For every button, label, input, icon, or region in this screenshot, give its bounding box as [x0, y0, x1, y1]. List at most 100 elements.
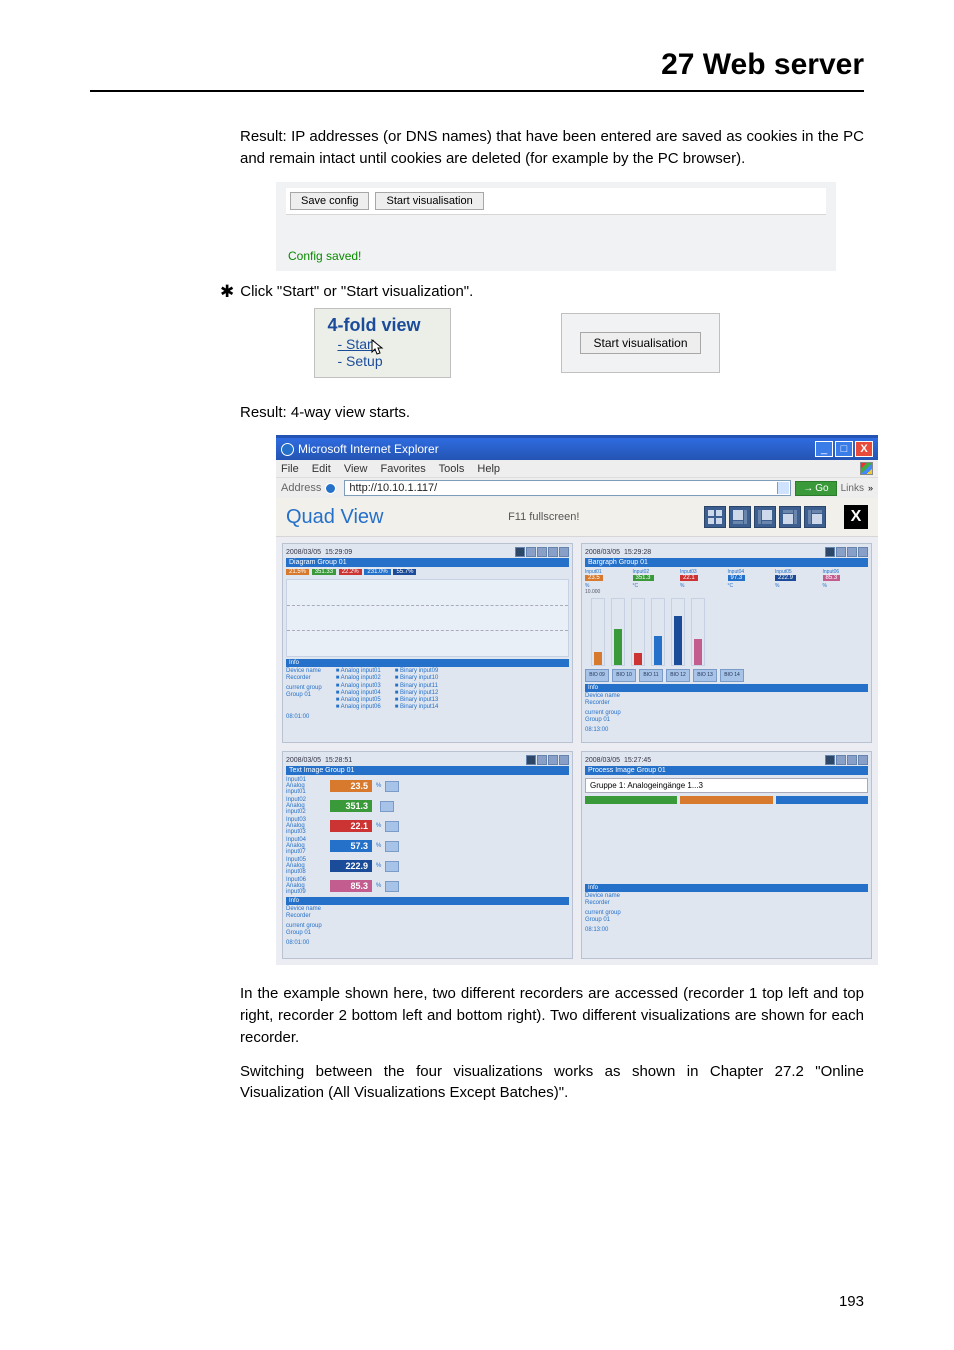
value-reading: 222.9 — [330, 860, 372, 872]
layout-topright-icon[interactable] — [754, 506, 776, 528]
menu-tools[interactable]: Tools — [439, 463, 465, 475]
value-row: Input05 Analog input08222.9% — [286, 857, 569, 875]
paragraph-switching: Switching between the four visualization… — [240, 1061, 864, 1105]
layout-4grid-icon[interactable] — [704, 506, 726, 528]
panel-bottom-right: 2008/03/05 15:27:45 Process Image Group … — [581, 751, 872, 959]
value-reading: 22.1 — [330, 820, 372, 832]
tl-bar: 21.5% — [286, 569, 309, 575]
value-chip-icon — [385, 821, 399, 832]
fourfold-title: 4-fold view — [327, 315, 420, 336]
ie-title-bar: Microsoft Internet Explorer _ □ X — [276, 438, 878, 460]
fourfold-start-link[interactable]: - Start — [337, 336, 375, 352]
layout-bottomleft-icon[interactable] — [779, 506, 801, 528]
page-number: 193 — [839, 1293, 864, 1310]
panel-br-icon3[interactable] — [847, 755, 857, 765]
step-click-start: Click "Start" or "Start visualization". — [240, 283, 473, 300]
value-chip-icon — [380, 801, 394, 812]
go-button[interactable]: → Go — [795, 481, 836, 496]
panel-tr-icon1[interactable] — [825, 547, 835, 557]
paragraph-result-cookies: Result: IP addresses (or DNS names) that… — [240, 126, 864, 170]
quad-close-button[interactable]: X — [844, 505, 868, 529]
page-header: 27 Web server — [90, 48, 864, 92]
panel-bl-icon3[interactable] — [548, 755, 558, 765]
tl-chart — [286, 579, 569, 657]
value-row: Input06 Analog input0985.3% — [286, 877, 569, 895]
ie-address-bar: Address http://10.10.1.117/ → Go Links » — [276, 477, 878, 498]
value-chip-icon — [385, 781, 399, 792]
value-reading: 351.3 — [330, 800, 372, 812]
tr-bargraphs — [591, 598, 868, 666]
quad-view-header: Quad View F11 fullscreen! X — [276, 498, 878, 537]
menu-edit[interactable]: Edit — [312, 463, 331, 475]
window-close-button[interactable]: X — [855, 441, 873, 457]
ie-menu-bar: File Edit View Favorites Tools Help — [276, 460, 878, 477]
tl-bar: 22.2% — [339, 569, 362, 575]
start-visualisation-box: Start visualisation — [561, 313, 719, 373]
panel-br-group-header: Process Image Group 01 — [585, 766, 868, 775]
start-visualisation-button[interactable]: Start visualisation — [375, 192, 483, 210]
panel-tl-legend: Device nameRecorder current groupGroup 0… — [286, 668, 569, 711]
panel-tl-icon4[interactable] — [548, 547, 558, 557]
paragraph-4way-starts: Result: 4-way view starts. — [240, 402, 864, 424]
value-row: Input03 Analog input0322.1% — [286, 817, 569, 835]
figure-config-saved: Save config Start visualisation Config s… — [276, 182, 836, 271]
config-saved-status: Config saved! — [286, 215, 826, 265]
address-field[interactable]: http://10.10.1.117/ — [344, 480, 791, 496]
ie-favicon-icon — [325, 483, 336, 494]
value-row: Input01 Analog input0123.5% — [286, 777, 569, 795]
menu-favorites[interactable]: Favorites — [381, 463, 426, 475]
ie-flag-icon — [860, 462, 873, 475]
tl-bar: 231.0% — [364, 569, 390, 575]
value-row: Input02 Analog input02 351.3 — [286, 797, 569, 815]
window-minimize-button[interactable]: _ — [815, 441, 833, 457]
panel-bl-icon2[interactable] — [537, 755, 547, 765]
panel-tl-icon5[interactable] — [559, 547, 569, 557]
panel-bl-group-header: Text Image Group 01 — [286, 766, 569, 775]
value-unit: % — [376, 843, 381, 849]
panel-tl-icon2[interactable] — [526, 547, 536, 557]
panel-tr-icon2[interactable] — [836, 547, 846, 557]
panel-tr-icon3[interactable] — [847, 547, 857, 557]
value-unit: % — [376, 823, 381, 829]
panel-br-icon1[interactable] — [825, 755, 835, 765]
br-group-label: Gruppe 1: Analogeingänge 1...3 — [585, 778, 868, 793]
layout-bottomright-icon[interactable] — [804, 506, 826, 528]
value-chip-icon — [385, 841, 399, 852]
tr-chip: BIO 11 — [639, 669, 663, 682]
panel-info-bar: Info — [286, 897, 569, 905]
address-label: Address — [281, 482, 321, 494]
value-label: Input02 Analog input02 — [286, 797, 326, 815]
panel-br-icon2[interactable] — [836, 755, 846, 765]
chapter-title: 27 Web server — [90, 48, 864, 82]
panel-tl-icon3[interactable] — [537, 547, 547, 557]
start-visualisation-button-2[interactable]: Start visualisation — [580, 332, 700, 354]
layout-topleft-icon[interactable] — [729, 506, 751, 528]
panel-tl-icon1[interactable] — [515, 547, 525, 557]
menu-view[interactable]: View — [344, 463, 368, 475]
bullet-asterisk-icon: ✱ — [220, 283, 234, 300]
panel-bl-icon4[interactable] — [559, 755, 569, 765]
fullscreen-hint: F11 fullscreen! — [508, 511, 579, 523]
menu-file[interactable]: File — [281, 463, 299, 475]
tr-chip: BIO 12 — [666, 669, 690, 682]
value-row: Input04 Analog input0757.3% — [286, 837, 569, 855]
quad-view-body: 2008/03/05 15:29:09 Diagram Group 01 21.… — [276, 537, 878, 965]
ie-window-title: Microsoft Internet Explorer — [298, 442, 439, 456]
address-dropdown-icon[interactable] — [777, 482, 789, 494]
save-config-button[interactable]: Save config — [290, 192, 369, 210]
cursor-icon — [371, 339, 385, 357]
panel-bl-icon1[interactable] — [526, 755, 536, 765]
panel-br-icon4[interactable] — [858, 755, 868, 765]
ie-logo-icon — [281, 443, 294, 456]
links-label[interactable]: Links — [841, 483, 864, 494]
panel-tr-icon4[interactable] — [858, 547, 868, 557]
value-label: Input04 Analog input07 — [286, 837, 326, 855]
value-unit: % — [376, 863, 381, 869]
panel-tl-bottom-time: 08:01:00 — [286, 714, 569, 720]
window-maximize-button[interactable]: □ — [835, 441, 853, 457]
value-chip-icon — [385, 881, 399, 892]
menu-help[interactable]: Help — [477, 463, 500, 475]
figure-4fold-start: 4-fold view - Start - Setup Start visual… — [170, 308, 864, 378]
value-chip-icon — [385, 861, 399, 872]
figure1-button-row: Save config Start visualisation — [286, 188, 826, 215]
